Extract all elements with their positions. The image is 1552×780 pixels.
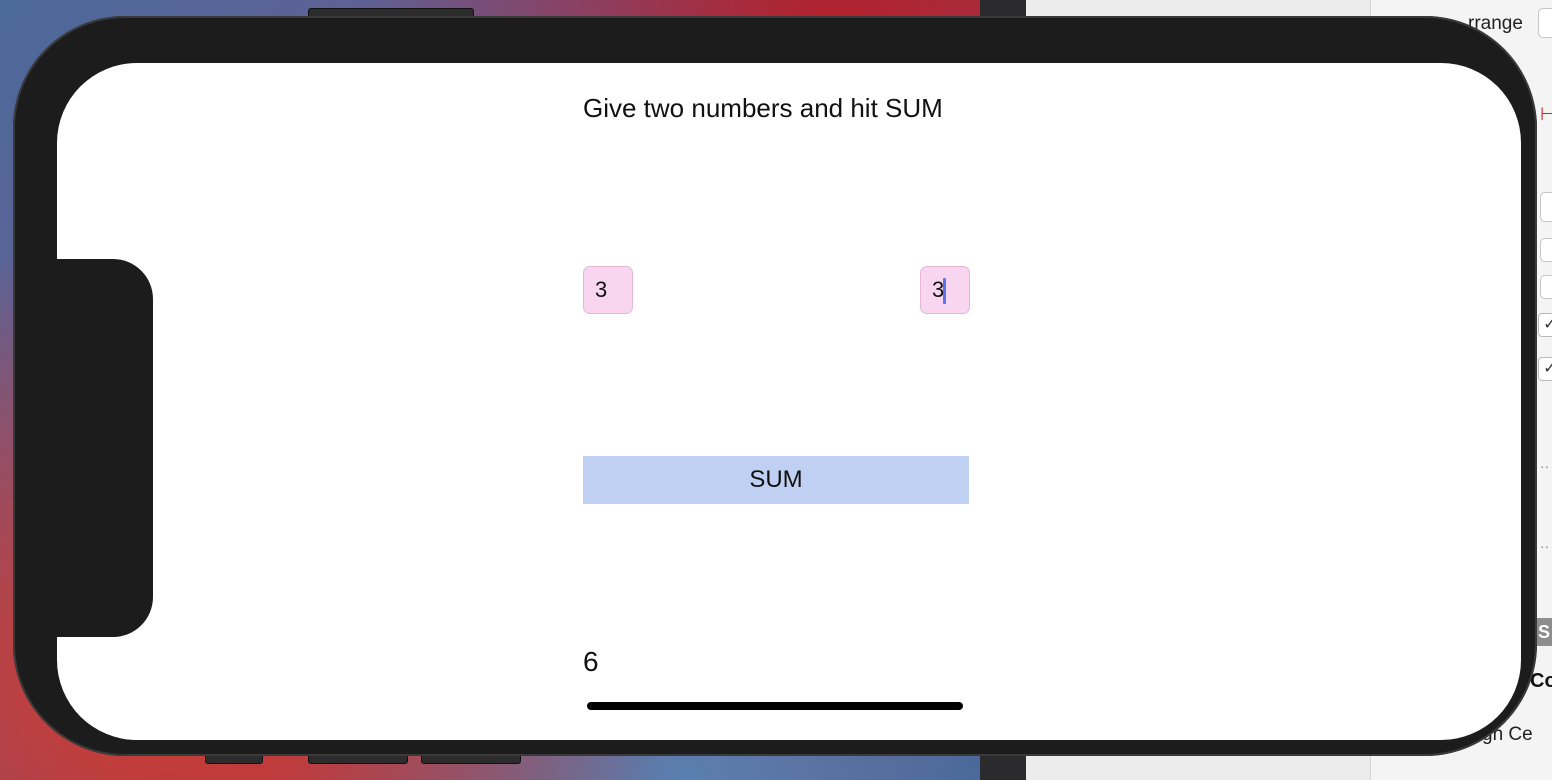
inspector-divider: ·· xyxy=(1540,538,1550,554)
inspector-checkbox[interactable]: ✓ xyxy=(1538,313,1552,337)
second-number-field[interactable]: 3 xyxy=(920,266,970,314)
inspector-checkbox[interactable]: ✓ xyxy=(1538,357,1552,381)
constraint-marker-icon: ⊢ xyxy=(1540,104,1552,124)
device-notch xyxy=(57,259,153,637)
inspector-field[interactable] xyxy=(1540,275,1552,299)
first-number-field[interactable]: 3 xyxy=(583,266,633,314)
sum-button[interactable]: SUM xyxy=(583,456,969,504)
text-cursor xyxy=(943,278,946,304)
inspector-section-heading: Co xyxy=(1530,670,1552,692)
inspector-field[interactable] xyxy=(1540,238,1552,262)
result-label: 6 xyxy=(583,646,599,677)
inspector-arrange-field[interactable] xyxy=(1538,8,1552,38)
inspector-field[interactable] xyxy=(1540,192,1552,222)
instruction-label: Give two numbers and hit SUM xyxy=(583,93,943,123)
inspector-divider: ·· xyxy=(1540,458,1550,474)
first-number-value: 3 xyxy=(595,277,608,302)
device-screen xyxy=(57,63,1521,740)
home-indicator[interactable] xyxy=(587,702,963,710)
iphone-simulator-frame xyxy=(13,16,1537,756)
